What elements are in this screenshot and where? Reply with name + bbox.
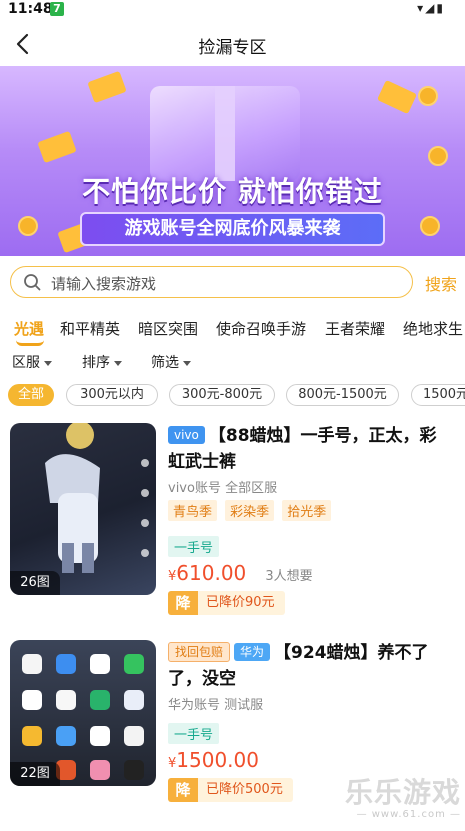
ticket-icon <box>87 70 127 104</box>
filter-screen[interactable]: 筛选 <box>151 352 191 372</box>
gift-box-illustration <box>150 86 300 181</box>
tab-guangyu[interactable]: 光遇 <box>14 318 45 346</box>
search-icon <box>24 274 41 291</box>
price-chip-all[interactable]: 全部 <box>8 384 54 406</box>
first-hand-tag: 一手号 <box>168 536 220 557</box>
caret-down-icon <box>44 360 52 366</box>
listing-meta: vivo账号 全部区服 <box>168 481 278 496</box>
promo-banner[interactable]: 不怕你比价 就怕你错过 游戏账号全网底价风暴来袭 <box>0 66 465 256</box>
listing-meta: 华为账号 测试服 <box>168 698 264 713</box>
guarantee-tag: 找回包赔 <box>168 642 231 662</box>
listing-price: ¥1500.00 <box>168 748 259 772</box>
search-placeholder: 请输入搜索游戏 <box>51 275 157 293</box>
listing-info: vivo 【88蜡烛】一手号，正太，彩虹武士裤 vivo账号 全部区服 青鸟季 彩… <box>168 423 453 615</box>
season-tag: 拾光季 <box>282 500 332 521</box>
drop-text: 已降价500元 <box>198 778 293 802</box>
hand-tag-row: 一手号 <box>168 536 453 557</box>
coin-icon <box>420 216 440 236</box>
listing-title-line: 找回包赔 华为 【924蜡烛】养不了了，没空 <box>168 640 453 692</box>
price-line: ¥1500.00 <box>168 748 453 776</box>
drop-text: 已降价90元 <box>198 591 285 615</box>
season-tag: 青鸟季 <box>168 500 218 521</box>
season-tag: 彩染季 <box>225 500 275 521</box>
status-time: 11:48 <box>8 1 53 17</box>
filter-label: 筛选 <box>151 355 179 371</box>
hand-tag-row: 一手号 <box>168 723 453 744</box>
tab-anqu[interactable]: 暗区突围 <box>138 318 198 339</box>
listing-title-line: vivo 【88蜡烛】一手号，正太，彩虹武士裤 <box>168 423 453 475</box>
game-screenshot-image <box>45 423 149 573</box>
price-line: ¥610.00 3人想要 <box>168 561 453 589</box>
listing-thumbnail: 22图 <box>10 640 156 786</box>
system-status-icons: ▾◢▮ <box>417 1 445 15</box>
page-title: 捡漏专区 <box>198 38 267 58</box>
tab-wangzhe[interactable]: 王者荣耀 <box>325 318 385 339</box>
search-row: 请输入搜索游戏 搜索 <box>0 266 465 302</box>
listing-card[interactable]: 26图 vivo 【88蜡烛】一手号，正太，彩虹武士裤 vivo账号 全部区服 青… <box>0 423 465 615</box>
active-tab-indicator <box>16 340 44 346</box>
listing-title: 【88蜡烛】一手号，正太，彩虹武士裤 <box>168 426 437 472</box>
gift-ribbon <box>215 86 235 181</box>
brand-tag: vivo <box>168 426 205 444</box>
banner-subtitle: 游戏账号全网底价风暴来袭 <box>124 218 341 239</box>
status-bar: 11:48 7 ▾◢▮ <box>0 0 465 18</box>
game-tabs: 光遇 和平精英 暗区突围 使命召唤手游 王者荣耀 绝地求生 <box>0 316 465 346</box>
title-bar: 捡漏专区 <box>0 24 465 64</box>
image-count-badge: 22图 <box>10 762 60 786</box>
filter-bar: 区服 排序 筛选 <box>0 352 465 374</box>
search-button[interactable]: 搜索 <box>425 271 457 295</box>
listing-price: ¥610.00 <box>168 561 246 585</box>
filter-label: 区服 <box>12 355 40 371</box>
coin-icon <box>18 216 38 236</box>
watermark-text: 乐乐游戏 <box>344 776 461 809</box>
drop-icon: 降 <box>168 778 198 802</box>
caret-down-icon <box>114 360 122 366</box>
price-chip-300-800[interactable]: 300元-800元 <box>169 384 275 406</box>
price-value: 610.00 <box>176 561 247 585</box>
tab-heping[interactable]: 和平精英 <box>60 318 120 339</box>
ticket-icon <box>37 130 77 164</box>
tab-shiming[interactable]: 使命召唤手游 <box>216 318 306 339</box>
banner-subtitle-box: 游戏账号全网底价风暴来袭 <box>80 212 385 246</box>
watermark-url: — www.61.com — <box>356 809 461 820</box>
image-count-badge: 26图 <box>10 571 60 595</box>
tab-jueding[interactable]: 绝地求生 <box>403 318 463 339</box>
coin-icon <box>428 146 448 166</box>
filter-server[interactable]: 区服 <box>12 352 52 372</box>
brand-tag: 华为 <box>234 643 271 661</box>
price-chip-under-300[interactable]: 300元以内 <box>66 384 158 406</box>
filter-label: 排序 <box>82 355 110 371</box>
watermark-logo: 乐乐游戏 — www.61.com — <box>331 777 461 823</box>
price-value: 1500.00 <box>176 748 259 772</box>
tab-label: 光遇 <box>14 320 45 338</box>
ticket-icon <box>376 79 418 115</box>
banner-slogan: 不怕你比价 就怕你错过 <box>82 175 383 208</box>
app-notification-icon: 7 <box>50 2 64 16</box>
season-tags: 青鸟季 彩染季 拾光季 <box>168 500 453 522</box>
first-hand-tag: 一手号 <box>168 723 220 744</box>
price-chip-1500[interactable]: 1500元 <box>411 384 465 406</box>
price-range-chips: 全部 300元以内 300元-800元 800元-1500元 1500元 <box>0 384 465 408</box>
price-chip-800-1500[interactable]: 800元-1500元 <box>286 384 399 406</box>
want-count: 3人想要 <box>265 569 313 584</box>
search-input[interactable]: 请输入搜索游戏 <box>10 266 413 298</box>
drop-icon: 降 <box>168 591 198 615</box>
price-drop-badge: 降已降价90元 <box>168 591 453 615</box>
filter-sort[interactable]: 排序 <box>82 352 122 372</box>
listing-thumbnail: 26图 <box>10 423 156 595</box>
coin-icon <box>418 86 438 106</box>
caret-down-icon <box>183 360 191 366</box>
